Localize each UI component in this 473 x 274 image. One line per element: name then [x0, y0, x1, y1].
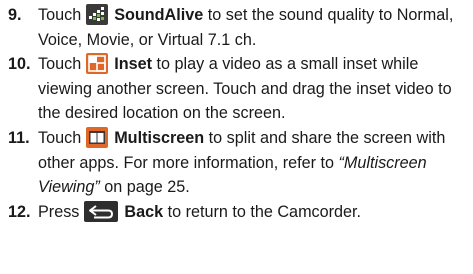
step-number: 9.: [8, 6, 22, 24]
step-text-tail: on page 25.: [99, 178, 190, 197]
step-lead: Touch: [38, 55, 86, 73]
list-item: 12. Press Back to return to the Camcorde…: [8, 200, 470, 225]
list-item: 9. Touch SoundAlive to set the sound qua…: [8, 3, 470, 52]
step-lead: Touch: [38, 6, 86, 24]
step-bold-label: Back: [124, 203, 164, 221]
step-text: to return to the Camcorder.: [163, 203, 362, 221]
step-number: 10.: [8, 55, 31, 73]
step-bold-label: SoundAlive: [114, 6, 204, 24]
step-lead: Touch: [38, 129, 86, 147]
step-number: 12.: [8, 203, 31, 221]
soundalive-icon: [85, 4, 108, 25]
step-lead: Press: [38, 203, 84, 221]
back-icon: [83, 201, 118, 222]
instruction-list: 9. Touch SoundAlive to set the sound qua…: [0, 0, 473, 274]
step-bold-label: Inset: [114, 55, 152, 73]
step-number: 11.: [8, 129, 30, 147]
step-bold-label: Multiscreen: [114, 129, 205, 147]
inset-icon: [85, 53, 108, 74]
list-item: 11. Touch Multiscreen to split and share…: [8, 126, 470, 200]
list-item: 10. Touch Inset to play a video as a sma…: [8, 52, 470, 126]
multiscreen-icon: [85, 127, 108, 148]
